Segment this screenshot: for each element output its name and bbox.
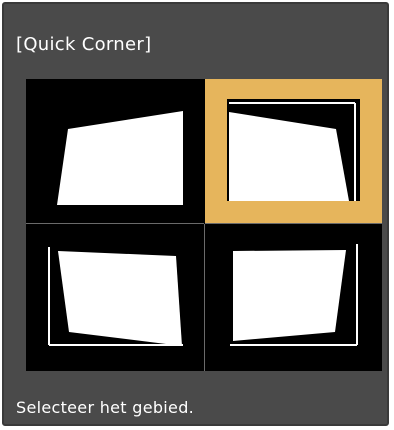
corner-top-right-option[interactable]: [205, 79, 382, 223]
corner-top-left-option[interactable]: [26, 79, 204, 223]
quick-corner-dialog: [Quick Corner] Selecteer het gebied.: [2, 2, 389, 426]
dialog-title: [Quick Corner]: [16, 34, 152, 55]
keystone-bottom-right-icon: [230, 244, 358, 346]
keystone-bottom-left-icon: [48, 247, 183, 346]
corner-bottom-left-option[interactable]: [26, 224, 204, 371]
keystone-top-right-icon: [227, 99, 360, 201]
keystone-top-left-icon: [57, 111, 183, 205]
corner-bottom-right-option[interactable]: [205, 224, 382, 371]
status-message: Selecteer het gebied.: [16, 398, 195, 417]
corner-selection-grid: [26, 79, 382, 371]
